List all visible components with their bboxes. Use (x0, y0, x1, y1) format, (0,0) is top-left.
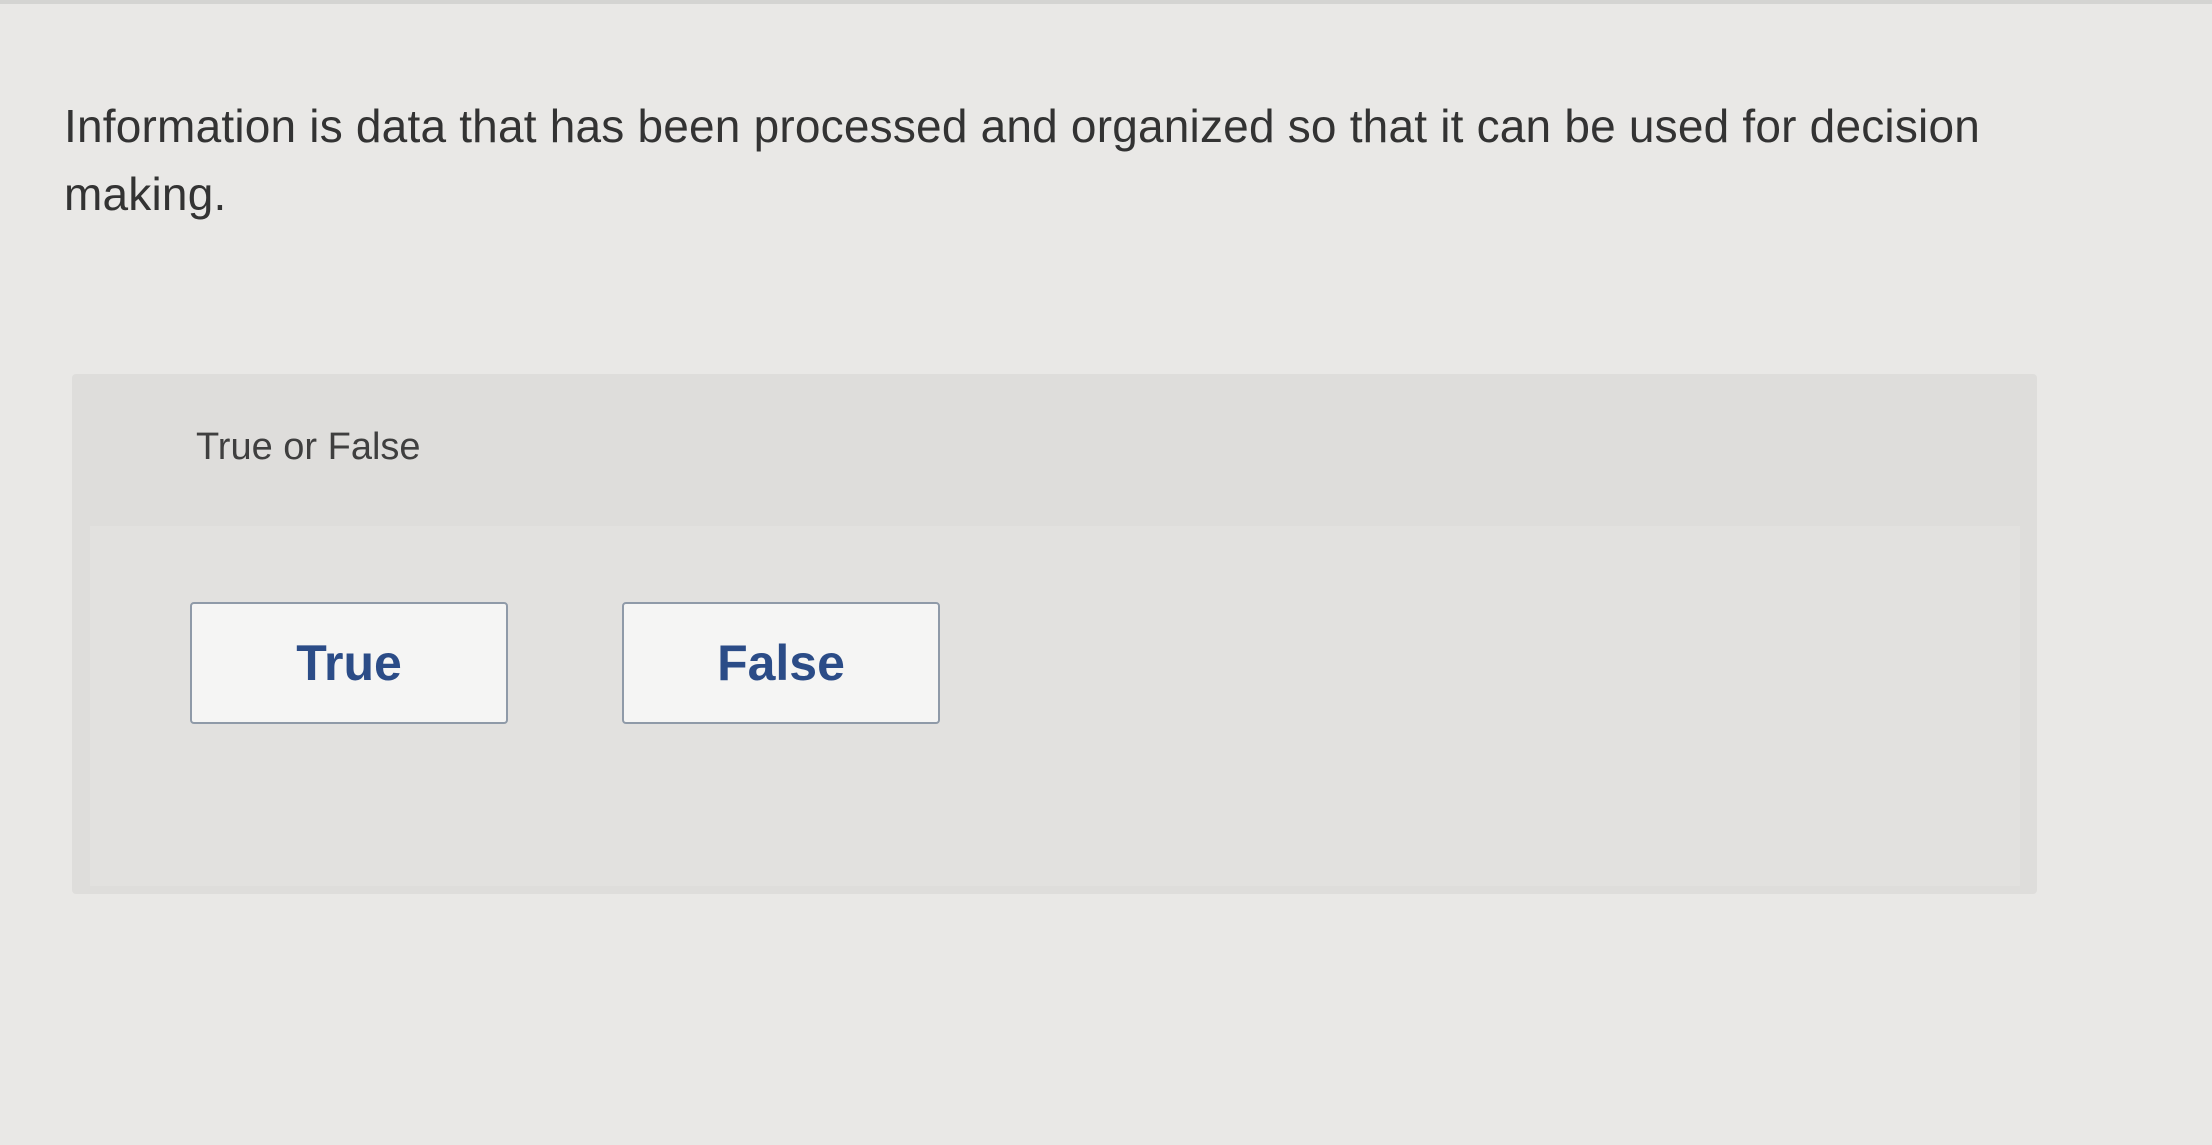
true-button[interactable]: True (190, 602, 508, 724)
answer-type-label: True or False (196, 426, 421, 468)
false-button[interactable]: False (622, 602, 940, 724)
top-divider (0, 0, 2212, 4)
question-text: Information is data that has been proces… (64, 100, 1981, 220)
answer-panel: True or False True False (72, 374, 2037, 894)
